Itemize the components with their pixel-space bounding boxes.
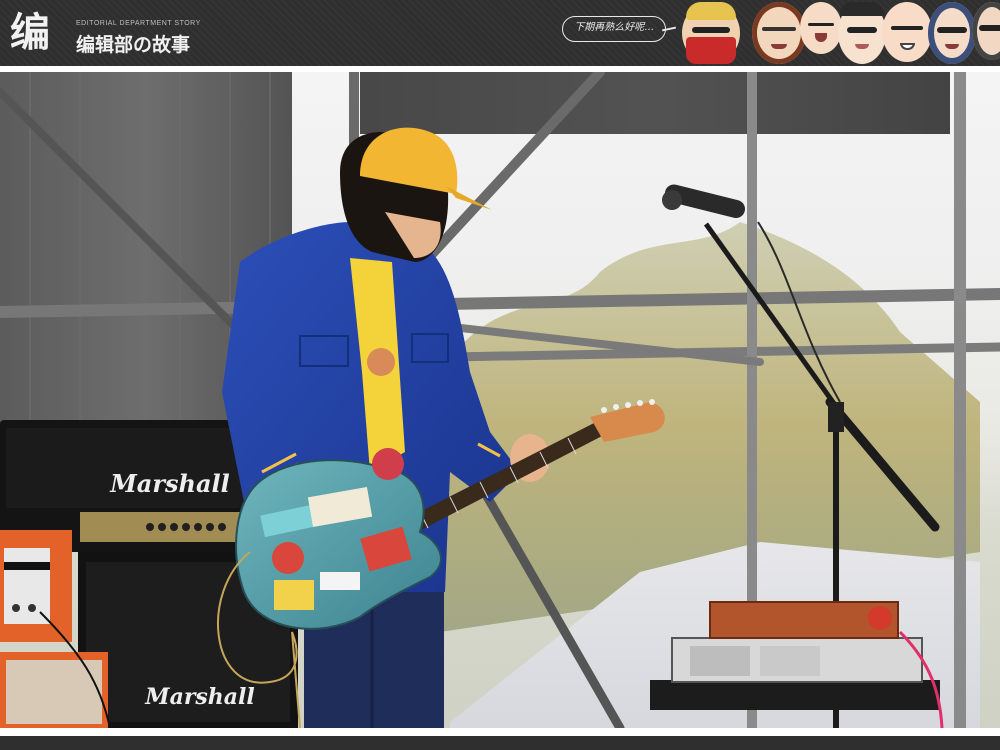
- site-tagline: EDITORIAL DEPARTMENT STORY: [76, 20, 201, 27]
- concert-photo: Marshall Marshall: [0, 72, 1000, 728]
- cartoon-faces-banner: [680, 0, 1000, 66]
- site-footer: [0, 736, 1000, 750]
- concert-scene: Marshall Marshall: [0, 72, 1000, 728]
- site-header: 编 EDITORIAL DEPARTMENT STORY 编辑部の故事 下期再熟…: [0, 0, 1000, 66]
- cartoon-face-partial: [972, 2, 1000, 60]
- cartoon-face-blue-hair: [928, 2, 976, 64]
- cartoon-face-woman: [752, 2, 806, 64]
- microphone: [662, 184, 746, 218]
- cartoon-face-grinning: [882, 2, 932, 62]
- speech-bubble: 下期再熟么好呢...: [562, 16, 666, 42]
- amp-brand-logo-bottom: Marshall: [144, 684, 255, 710]
- site-title[interactable]: 编辑部の故事: [76, 30, 190, 57]
- cartoon-face-masked: [682, 2, 740, 64]
- cartoon-face-glasses: [838, 2, 886, 64]
- site-logo[interactable]: 编: [10, 8, 72, 58]
- amp-brand-logo-top: Marshall: [109, 469, 230, 498]
- cartoon-face-shouting: [800, 2, 842, 54]
